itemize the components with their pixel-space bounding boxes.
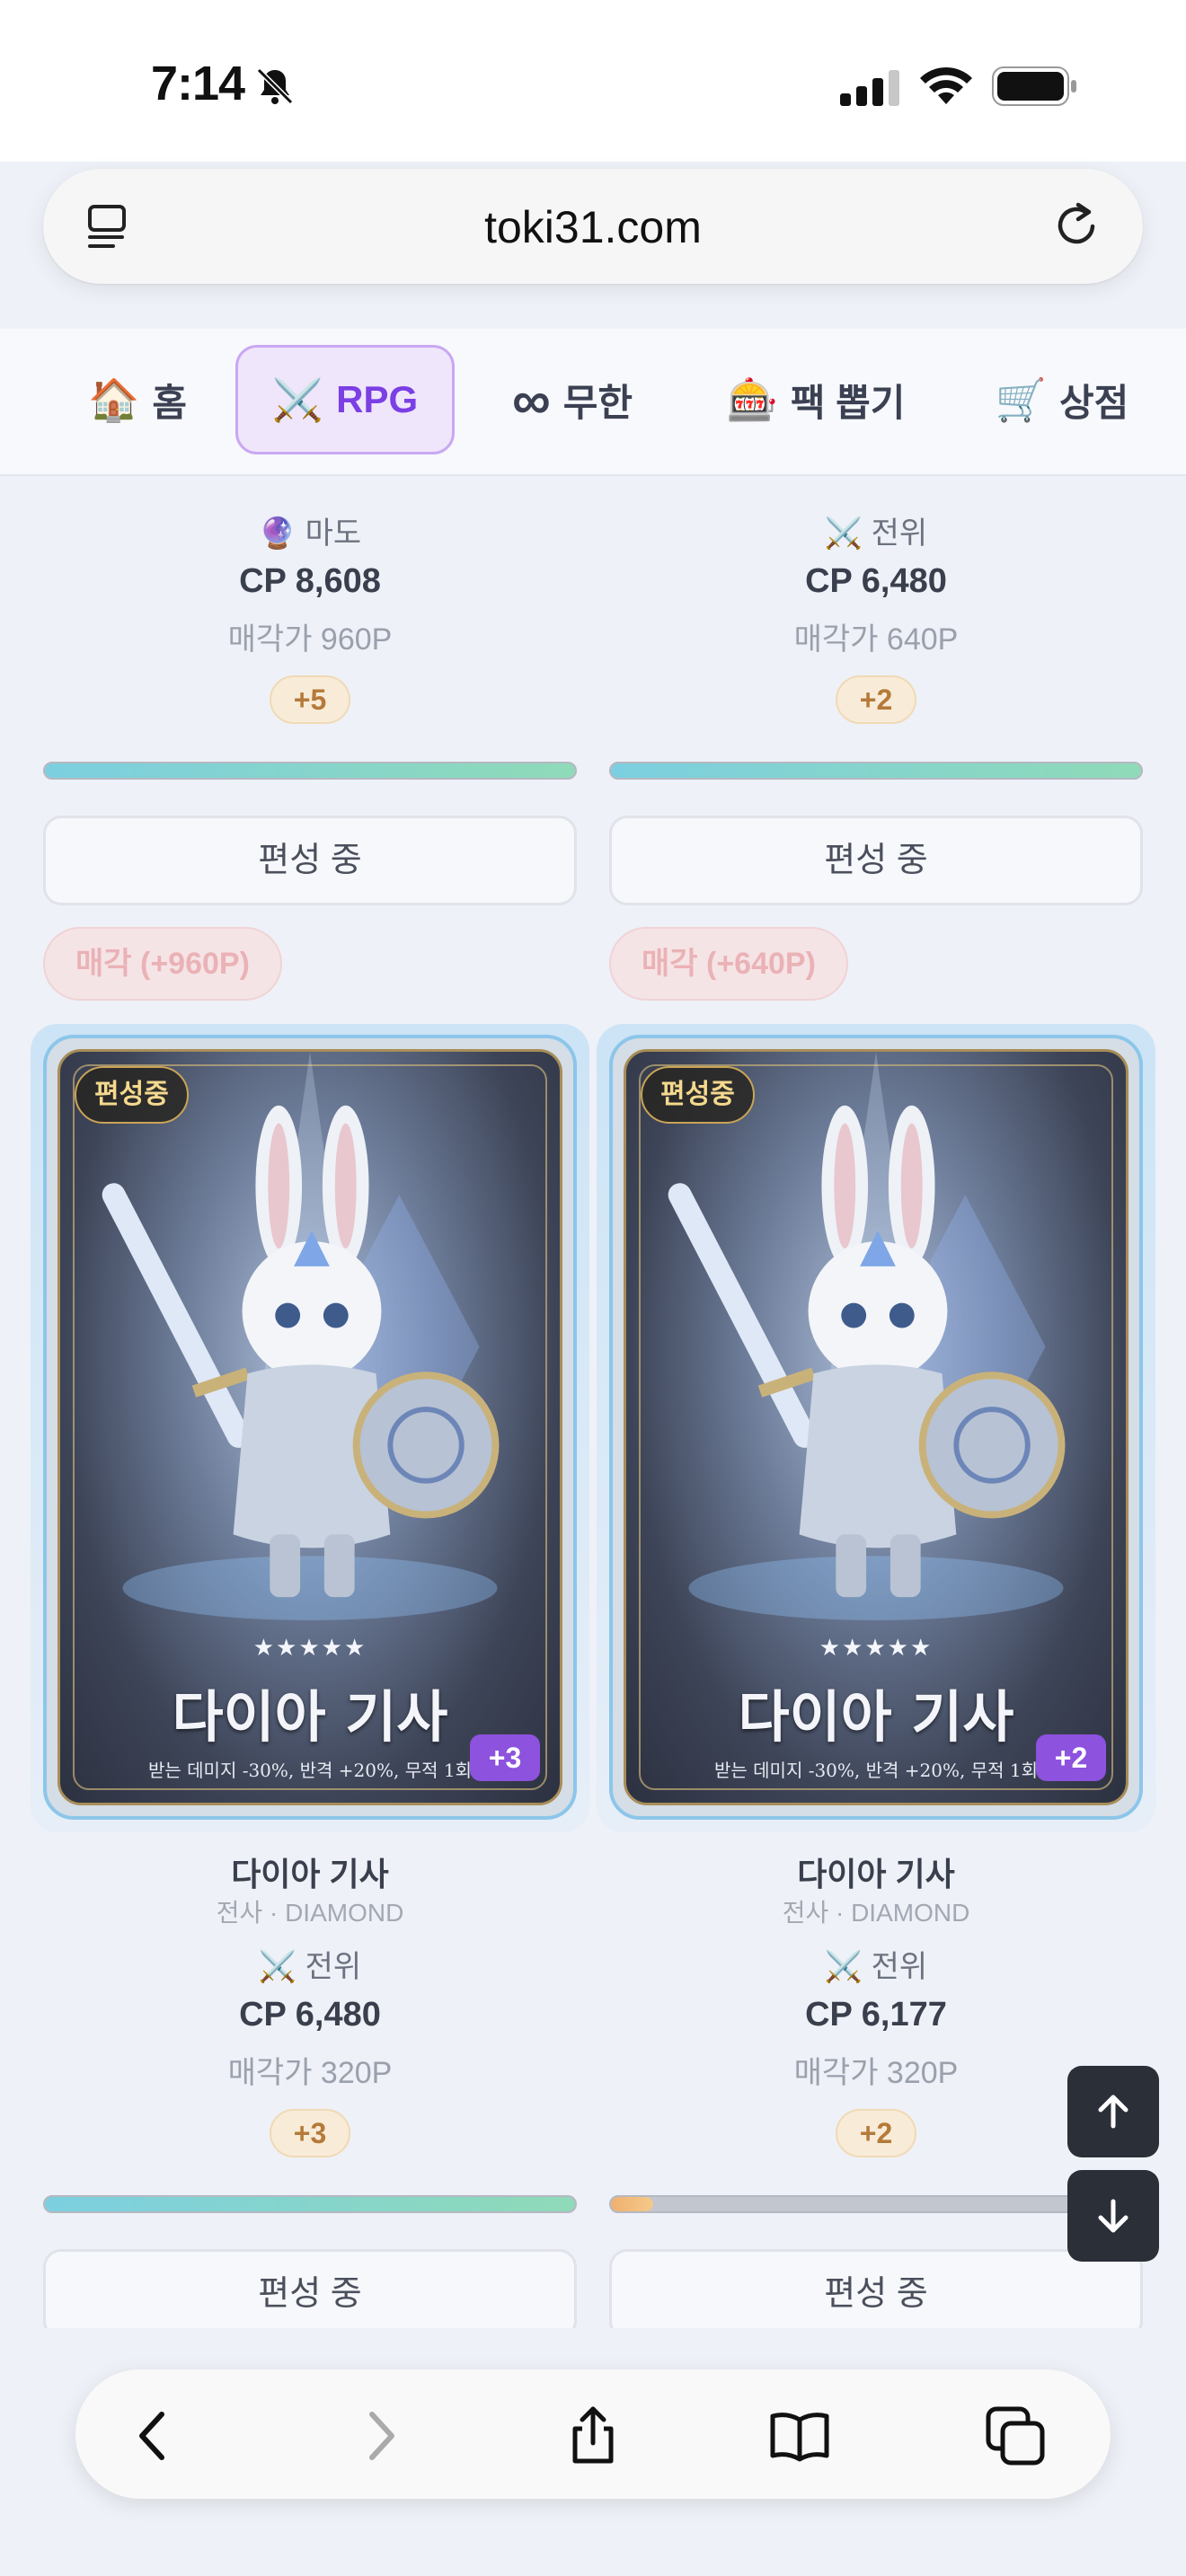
role-label: 🔮 마도 xyxy=(258,516,362,551)
scroll-bottom-button[interactable] xyxy=(1067,2170,1159,2262)
tab-rpg[interactable]: ⚔️ RPG xyxy=(235,345,455,454)
cart-icon: 🛒 xyxy=(995,375,1047,423)
infinity-icon: ∞ xyxy=(511,369,551,430)
swords-icon: ⚔️ xyxy=(824,1950,863,1984)
browser-toolbar xyxy=(75,2369,1111,2499)
progress-bar xyxy=(609,762,1143,780)
enhance-level-chip: +3 xyxy=(470,1734,540,1781)
unit-name: 다이아 기사 xyxy=(797,1856,955,1892)
unit-card: 편성중 ★★★★★ 다이아 기사 받는 데미지 -30%, 반격 +20%, 무… xyxy=(597,1024,1155,2328)
scroll-top-button[interactable] xyxy=(1067,2066,1159,2157)
unit-card: 🔮 마도 CP 8,608 매각가 960P +5 편성 중 매각 (+960P… xyxy=(43,478,577,1035)
formation-button[interactable]: 편성 중 xyxy=(43,816,577,905)
enhance-level-badge: +2 xyxy=(836,675,916,724)
combat-power: CP 8,608 xyxy=(239,562,381,600)
star-rating: ★★★★★ xyxy=(252,1634,367,1661)
combat-power: CP 6,480 xyxy=(805,562,947,600)
combat-power: CP 6,480 xyxy=(239,1996,381,2033)
progress-fill xyxy=(45,2197,575,2211)
arrow-up-icon xyxy=(1098,2095,1128,2129)
enhance-level-badge: +5 xyxy=(270,675,350,724)
role-label: ⚔️ 전위 xyxy=(824,516,928,551)
unit-card: 편성중 ★★★★★ 다이아 기사 받는 데미지 -30%, 반격 +20%, 무… xyxy=(31,1024,589,2328)
tab-label: 상점 xyxy=(1059,381,1129,424)
formation-button[interactable]: 편성 중 xyxy=(43,2249,577,2328)
unit-name: 다이아 기사 xyxy=(231,1856,389,1892)
progress-fill xyxy=(45,763,575,778)
unit-class: 전사 · DIAMOND xyxy=(216,1899,404,1927)
progress-fill xyxy=(611,2197,654,2211)
tab-pack-draw[interactable]: 🎰 팩 뽑기 xyxy=(726,345,906,454)
sell-button[interactable]: 매각 (+960P) xyxy=(43,927,282,1001)
swords-icon: ⚔️ xyxy=(824,516,863,551)
sell-price: 매각가 640P xyxy=(793,622,959,657)
unit-class: 전사 · DIAMOND xyxy=(782,1899,970,1927)
in-formation-badge: 편성중 xyxy=(641,1066,755,1124)
share-icon[interactable] xyxy=(561,2404,625,2468)
card-list[interactable]: 🔮 마도 CP 8,608 매각가 960P +5 편성 중 매각 (+960P… xyxy=(0,478,1186,2328)
in-formation-badge: 편성중 xyxy=(75,1066,189,1124)
progress-bar xyxy=(43,762,577,780)
role-label: ⚔️ 전위 xyxy=(258,1950,362,1984)
progress-bar xyxy=(43,2195,577,2213)
signal-icon xyxy=(840,70,899,106)
formation-button[interactable]: 편성 중 xyxy=(609,2249,1143,2328)
role-label: ⚔️ 전위 xyxy=(824,1950,928,1984)
sell-button[interactable]: 매각 (+640P) xyxy=(609,927,848,1001)
arrow-down-icon xyxy=(1098,2199,1128,2233)
swords-icon: ⚔️ xyxy=(258,1950,297,1984)
status-bar: 7:14 xyxy=(0,0,1186,162)
progress-bar xyxy=(609,2195,1143,2213)
tabs-icon[interactable] xyxy=(983,2404,1048,2468)
card-art: 편성중 ★★★★★ 다이아 기사 받는 데미지 -30%, 반격 +20%, 무… xyxy=(58,1049,562,1805)
sell-price: 매각가 960P xyxy=(227,622,393,657)
formation-button[interactable]: 편성 중 xyxy=(609,816,1143,905)
tab-infinite[interactable]: ∞ 무한 xyxy=(496,345,649,454)
back-icon[interactable] xyxy=(122,2404,187,2468)
enhance-level-badge: +2 xyxy=(836,2109,916,2157)
main-nav: 🏠 홈 ⚔️ RPG ∞ 무한 🎰 팩 뽑기 🛒 상점 xyxy=(0,329,1186,476)
tab-shop[interactable]: 🛒 상점 xyxy=(988,345,1136,454)
progress-fill xyxy=(611,763,1141,778)
url-text[interactable]: toki31.com xyxy=(43,201,1143,253)
sell-price: 매각가 320P xyxy=(227,2056,393,2090)
wifi-icon xyxy=(920,66,972,104)
tab-home[interactable]: 🏠 홈 xyxy=(79,345,196,454)
card-art: 편성중 ★★★★★ 다이아 기사 받는 데미지 -30%, 반격 +20%, 무… xyxy=(624,1049,1128,1805)
tab-label: 무한 xyxy=(562,381,633,424)
forward-icon[interactable] xyxy=(347,2404,412,2468)
battery-icon xyxy=(992,66,1076,106)
bell-off-icon xyxy=(256,67,294,105)
sell-price: 매각가 320P xyxy=(793,2056,959,2090)
enhance-level-chip: +2 xyxy=(1036,1734,1106,1781)
house-icon: 🏠 xyxy=(88,375,140,423)
star-rating: ★★★★★ xyxy=(819,1634,934,1661)
reload-icon[interactable] xyxy=(1051,199,1103,251)
bookmarks-icon[interactable] xyxy=(767,2404,832,2468)
enhance-level-badge: +3 xyxy=(270,2109,350,2157)
card-image[interactable]: 편성중 ★★★★★ 다이아 기사 받는 데미지 -30%, 반격 +20%, 무… xyxy=(609,1035,1143,1820)
unit-card: ⚔️ 전위 CP 6,480 매각가 640P +2 편성 중 매각 (+640… xyxy=(609,478,1143,1035)
address-bar[interactable]: toki31.com xyxy=(43,169,1143,284)
combat-power: CP 6,177 xyxy=(805,1996,947,2033)
crystal-ball-icon: 🔮 xyxy=(258,516,297,551)
tab-label: 팩 뽑기 xyxy=(790,381,906,424)
card-image[interactable]: 편성중 ★★★★★ 다이아 기사 받는 데미지 -30%, 반격 +20%, 무… xyxy=(43,1035,577,1820)
tab-label: RPG xyxy=(336,378,419,420)
status-time: 7:14 xyxy=(151,57,245,110)
tab-label: 홈 xyxy=(152,381,187,424)
swords-icon: ⚔️ xyxy=(271,375,324,423)
slot-machine-icon: 🎰 xyxy=(726,375,778,423)
